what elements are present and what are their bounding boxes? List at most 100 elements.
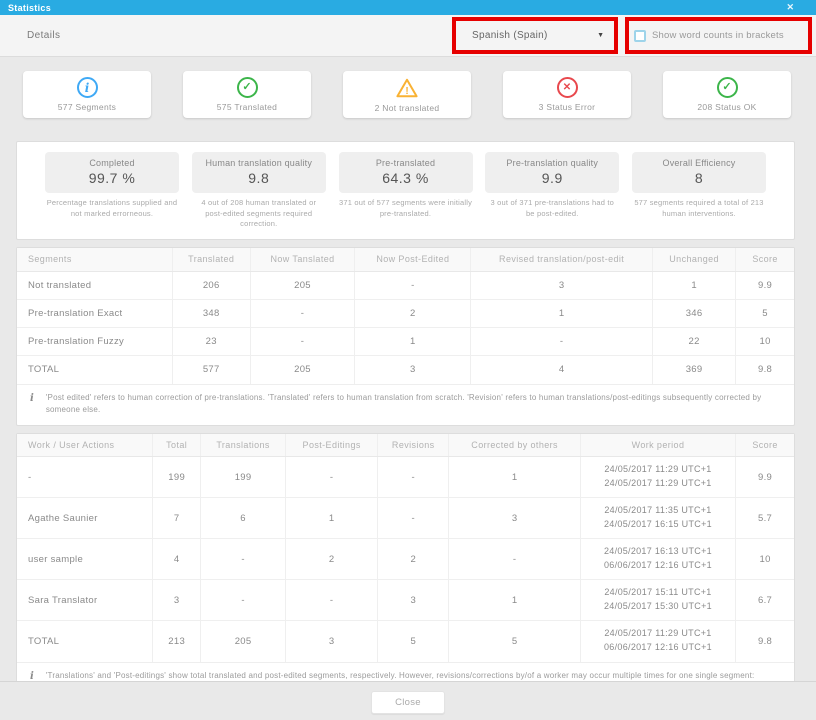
- metric-title: Completed: [47, 158, 177, 168]
- cell: Agathe Saunier: [17, 498, 153, 539]
- work-period-start: 24/05/2017 11:29 UTC+1: [581, 463, 735, 477]
- footer: Close: [0, 681, 816, 720]
- cell: 5: [736, 300, 794, 328]
- stat-label: 577 Segments: [58, 102, 116, 112]
- metrics-panel: Completed 99.7 % Percentage translations…: [16, 141, 795, 240]
- cell: user sample: [17, 539, 153, 580]
- metric-title: Overall Efficiency: [634, 158, 764, 168]
- metric-description: 4 out of 208 human translated or post-ed…: [192, 198, 326, 230]
- work-period-start: 24/05/2017 15:11 UTC+1: [581, 586, 735, 600]
- metric-title: Pre-translated: [341, 158, 471, 168]
- metric-value: 9.8: [194, 170, 324, 186]
- word-counts-checkbox[interactable]: [634, 30, 646, 42]
- work-period-start: 24/05/2017 16:13 UTC+1: [581, 545, 735, 559]
- check-icon: ✓: [237, 77, 258, 98]
- cell: 22: [653, 328, 736, 356]
- cell: 205: [200, 621, 285, 662]
- metric-value: 9.9: [487, 170, 617, 186]
- word-counts-checkbox-label: Show word counts in brackets: [652, 30, 784, 41]
- cell: 4: [471, 356, 653, 384]
- cell: 5: [378, 621, 449, 662]
- cell: -: [471, 328, 653, 356]
- metric-value: 8: [634, 170, 764, 186]
- cell: TOTAL: [17, 356, 172, 384]
- cell: 5: [449, 621, 580, 662]
- segments-table: Segments Translated Now Tanslated Now Po…: [17, 248, 794, 384]
- column-header: Unchanged: [653, 248, 736, 272]
- cell: 3: [355, 356, 471, 384]
- column-header: Now Tanslated: [250, 248, 355, 272]
- stat-card-status-error: ✕ 3 Status Error: [503, 71, 631, 118]
- cell: 1: [449, 580, 580, 621]
- stat-label: 2 Not translated: [375, 103, 440, 113]
- table-row: Pre-translation Exact 348 - 2 1 346 5: [17, 300, 794, 328]
- cell: 10: [736, 539, 794, 580]
- metric-card: Overall Efficiency 8: [632, 152, 766, 193]
- cell: 9.8: [736, 356, 794, 384]
- stat-card-translated: ✓ 575 Translated: [183, 71, 311, 118]
- cell: -: [250, 328, 355, 356]
- cell: 4: [153, 539, 200, 580]
- metric-card: Human translation quality 9.8: [192, 152, 326, 193]
- stat-cards-row: i 577 Segments ✓ 575 Translated ! 2 Not …: [0, 57, 816, 118]
- close-button[interactable]: Close: [371, 691, 445, 714]
- metric-description: 3 out of 371 pre-translations had to be …: [485, 198, 619, 219]
- cell: -: [449, 539, 580, 580]
- language-dropdown[interactable]: Spanish (Spain) ▼: [456, 30, 614, 41]
- metric-description: 577 segments required a total of 213 hum…: [632, 198, 766, 219]
- close-icon[interactable]: ✕: [786, 3, 794, 12]
- cell: 205: [250, 272, 355, 300]
- cell: 10: [736, 328, 794, 356]
- user-actions-header-row: Work / User Actions Total Translations P…: [17, 434, 794, 457]
- table-row: Agathe Saunier 7 6 1 - 3 24/05/2017 11:3…: [17, 498, 794, 539]
- cell: Not translated: [17, 272, 172, 300]
- metric-card: Completed 99.7 %: [45, 152, 179, 193]
- cell: -: [355, 272, 471, 300]
- cell: 2: [355, 300, 471, 328]
- segments-table-header-row: Segments Translated Now Tanslated Now Po…: [17, 248, 794, 272]
- metric-card: Pre-translation quality 9.9: [485, 152, 619, 193]
- column-header: Post-Editings: [286, 434, 378, 457]
- table-row: Sara Translator 3 - - 3 1 24/05/2017 15:…: [17, 580, 794, 621]
- cell: TOTAL: [17, 621, 153, 662]
- dialog-title: Statistics: [8, 3, 51, 13]
- table-row-total: TOTAL 577 205 3 4 369 9.8: [17, 356, 794, 384]
- cell: 7: [153, 498, 200, 539]
- cell: 348: [172, 300, 250, 328]
- cell: 1: [286, 498, 378, 539]
- table-row: Not translated 206 205 - 3 1 9.9: [17, 272, 794, 300]
- column-header: Translations: [200, 434, 285, 457]
- cell: 199: [200, 457, 285, 498]
- metric-completed: Completed 99.7 % Percentage translations…: [45, 152, 179, 230]
- work-period-cell: 24/05/2017 11:29 UTC+1 06/06/2017 12:16 …: [580, 621, 735, 662]
- column-header: Revised translation/post-edit: [471, 248, 653, 272]
- metric-description: 371 out of 577 segments were initially p…: [339, 198, 473, 219]
- user-actions-table-panel: Work / User Actions Total Translations P…: [16, 433, 795, 704]
- column-header: Revisions: [378, 434, 449, 457]
- work-period-end: 06/06/2017 12:16 UTC+1: [581, 559, 735, 573]
- metric-title: Human translation quality: [194, 158, 324, 168]
- segments-table-panel: Segments Translated Now Tanslated Now Po…: [16, 247, 795, 426]
- check-icon: ✓: [717, 77, 738, 98]
- cell: 3: [471, 272, 653, 300]
- work-period-end: 24/05/2017 16:15 UTC+1: [581, 518, 735, 532]
- note-info-icon: i: [30, 393, 34, 416]
- stat-label: 575 Translated: [217, 102, 277, 112]
- cell: -: [200, 539, 285, 580]
- cell: 577: [172, 356, 250, 384]
- column-header: Score: [736, 434, 794, 457]
- cell: -: [378, 498, 449, 539]
- cell: 2: [378, 539, 449, 580]
- column-header: Score: [736, 248, 794, 272]
- work-period-cell: 24/05/2017 15:11 UTC+1 24/05/2017 15:30 …: [580, 580, 735, 621]
- work-period-end: 24/05/2017 11:29 UTC+1: [581, 477, 735, 491]
- cell: 206: [172, 272, 250, 300]
- metric-card: Pre-translated 64.3 %: [339, 152, 473, 193]
- annotation-box-checkbox: Show word counts in brackets: [625, 17, 812, 54]
- metric-pre-translated: Pre-translated 64.3 % 371 out of 577 seg…: [339, 152, 473, 230]
- work-period-end: 24/05/2017 15:30 UTC+1: [581, 600, 735, 614]
- cell: 9.9: [736, 457, 794, 498]
- work-period-start: 24/05/2017 11:29 UTC+1: [581, 627, 735, 641]
- error-icon: ✕: [557, 77, 578, 98]
- table-row-total: TOTAL 213 205 3 5 5 24/05/2017 11:29 UTC…: [17, 621, 794, 662]
